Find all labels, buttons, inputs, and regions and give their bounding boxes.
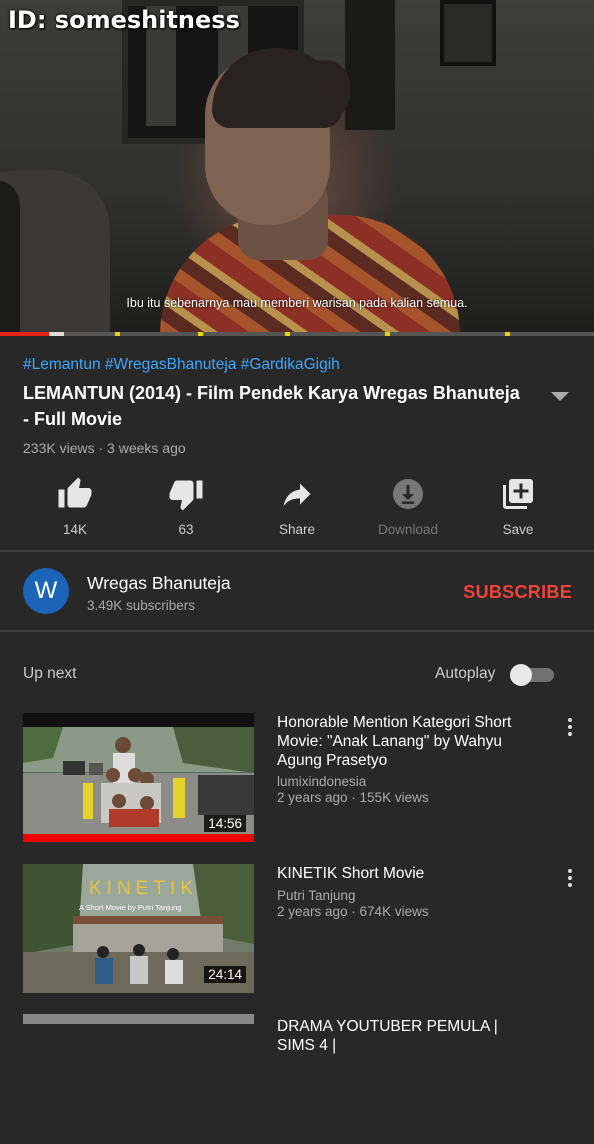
channel-avatar[interactable]: W: [23, 568, 69, 614]
background-door: [345, 0, 395, 130]
download-label: Download: [377, 522, 439, 537]
download-button[interactable]: Download: [363, 470, 453, 537]
more-options-icon[interactable]: [564, 716, 576, 740]
list-item[interactable]: DRAMA YOUTUBER PEMULA | SIMS 4 |: [23, 1014, 583, 1144]
watermark: ID: someshitness: [8, 6, 240, 34]
video-channel: Putri Tanjung: [277, 888, 356, 903]
progress-played: [0, 332, 50, 336]
video-meta: 2 years ago · 155K views: [277, 790, 429, 805]
expand-description-icon[interactable]: [551, 392, 569, 401]
autoplay-toggle[interactable]: [510, 664, 554, 686]
progress-bar[interactable]: [0, 332, 594, 336]
toggle-knob: [510, 664, 532, 686]
dislike-count: 63: [178, 522, 194, 537]
like-count: 14K: [62, 522, 88, 537]
video-duration: 24:14: [204, 966, 246, 983]
video-title[interactable]: LEMANTUN (2014) - Film Pendek Karya Wreg…: [23, 380, 523, 432]
action-bar: 14K 63 Share Download Save: [20, 470, 574, 540]
add-to-playlist-icon: [503, 479, 533, 509]
autoplay-label: Autoplay: [435, 665, 496, 682]
video-player[interactable]: ID: someshitness Ibu itu sebenarnya mau …: [0, 0, 594, 336]
hashtags-row: #Lemantun #WregasBhanuteja #GardikaGigih: [23, 356, 583, 374]
video-title[interactable]: Honorable Mention Kategori Short Movie: …: [277, 713, 537, 770]
video-title[interactable]: KINETIK Short Movie: [277, 864, 537, 883]
share-icon: [283, 483, 311, 506]
video-title[interactable]: DRAMA YOUTUBER PEMULA | SIMS 4 |: [277, 1017, 537, 1055]
download-icon: [393, 479, 423, 509]
subscriber-count: 3.49K subscribers: [87, 598, 196, 613]
thumbs-down-icon: [169, 480, 203, 511]
more-options-icon[interactable]: [564, 867, 576, 891]
list-item[interactable]: KINETIK A Short Movie by Putri Tanjung 2…: [23, 864, 583, 994]
hashtags[interactable]: #Lemantun #WregasBhanuteja #GardikaGigih: [23, 356, 340, 373]
thumbnail-title: KINETIK: [89, 878, 198, 899]
share-label: Share: [278, 522, 316, 537]
video-channel: lumixindonesia: [277, 774, 367, 789]
divider: [0, 550, 594, 552]
video-thumbnail[interactable]: 14:56: [23, 713, 254, 842]
dislike-button[interactable]: 63: [141, 470, 231, 537]
thumbnail-subtitle: A Short Movie by Putri Tanjung: [79, 903, 181, 912]
thumbs-up-icon: [58, 477, 92, 508]
background-picture-frame: [440, 0, 496, 66]
save-label: Save: [502, 522, 534, 537]
up-next-label: Up next: [23, 665, 77, 682]
channel-name[interactable]: Wregas Bhanuteja: [87, 573, 231, 594]
video-meta: 233K views · 3 weeks ago: [23, 440, 186, 456]
list-item[interactable]: 14:56 Honorable Mention Kategori Short M…: [23, 713, 583, 843]
share-button[interactable]: Share: [252, 470, 342, 537]
subscribe-button[interactable]: SUBSCRIBE: [463, 582, 572, 603]
save-button[interactable]: Save: [473, 470, 563, 537]
video-duration: 14:56: [204, 815, 246, 832]
video-thumbnail[interactable]: [23, 1014, 254, 1024]
divider: [0, 630, 594, 632]
video-thumbnail[interactable]: KINETIK A Short Movie by Putri Tanjung 2…: [23, 864, 254, 993]
video-meta: 2 years ago · 674K views: [277, 904, 429, 919]
like-button[interactable]: 14K: [30, 470, 120, 537]
video-subtitle: Ibu itu sebenarnya mau memberi warisan p…: [126, 296, 468, 310]
